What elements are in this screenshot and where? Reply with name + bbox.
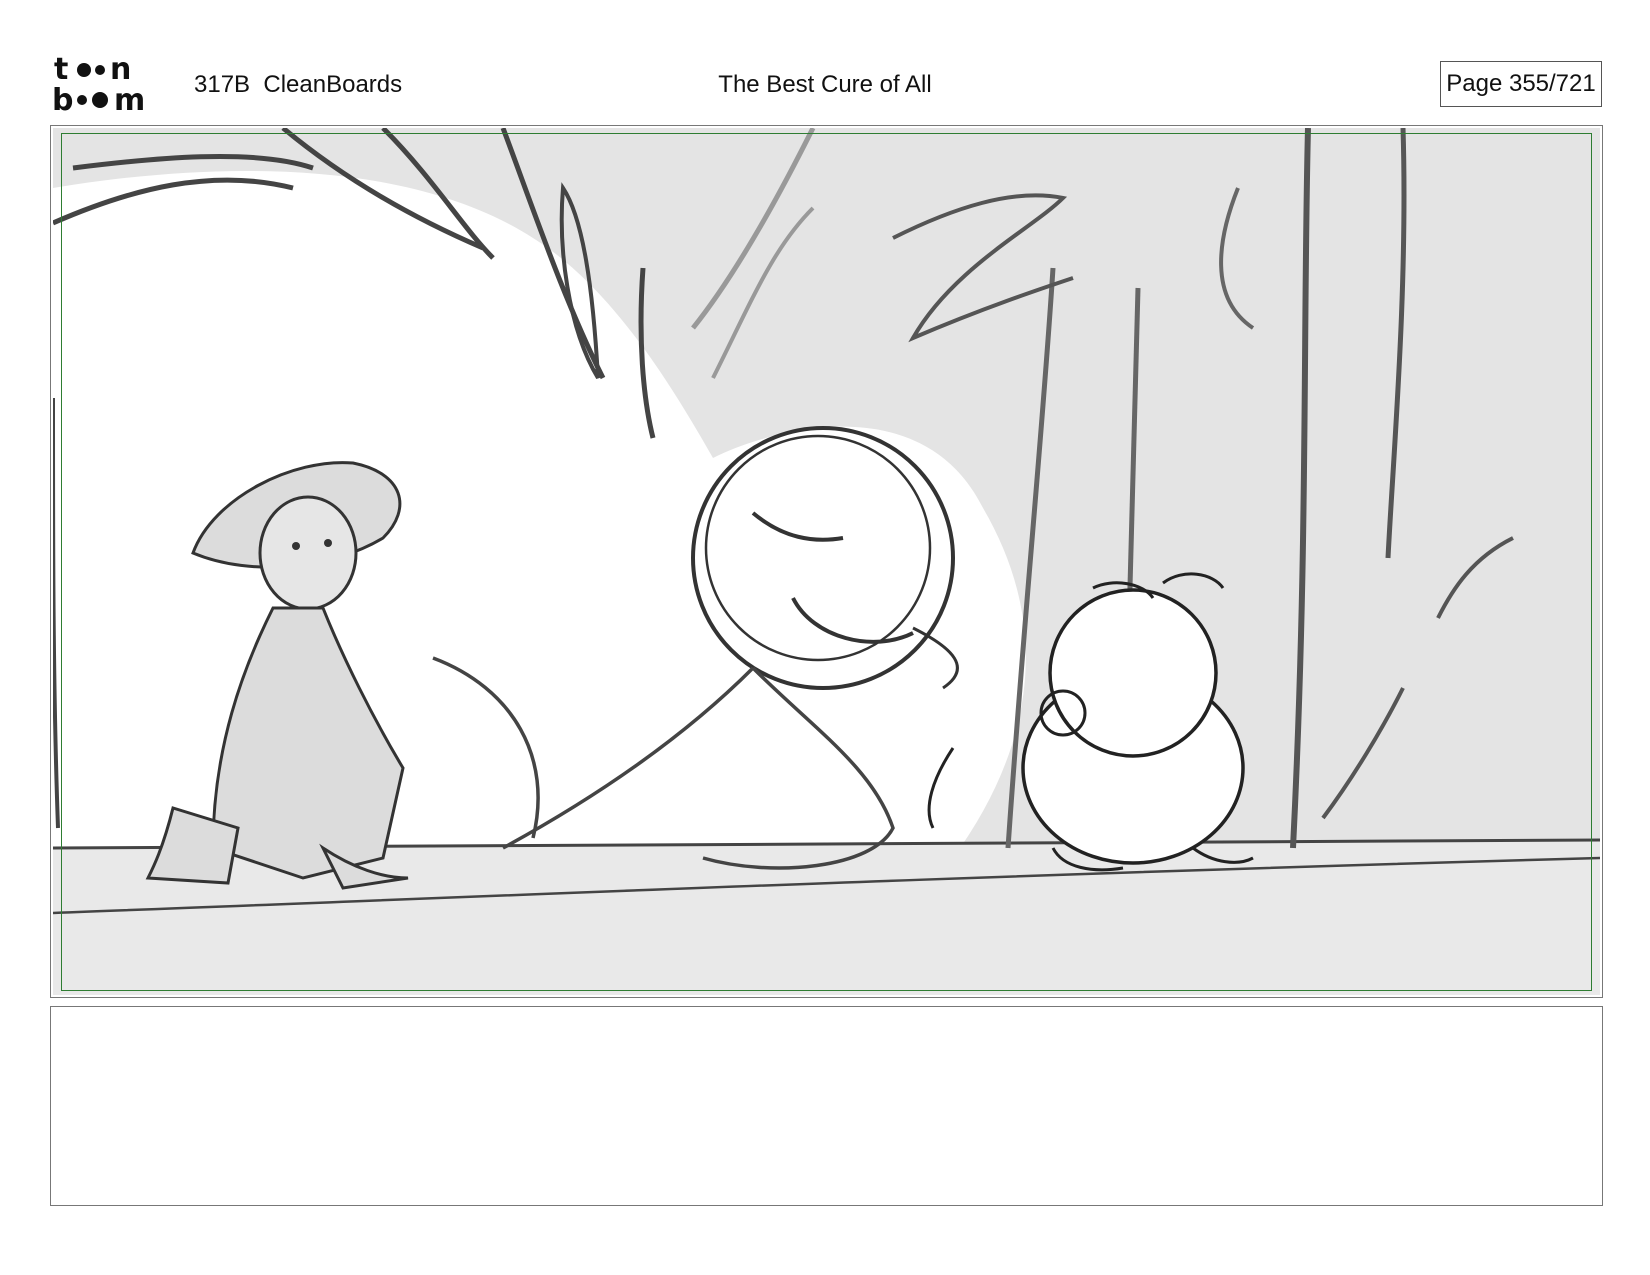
page-number: Page 355/721 (1440, 61, 1602, 107)
storyboard-panel-drawing (53, 128, 1600, 995)
document-title: The Best Cure of All (718, 71, 932, 98)
panel-notes-box (50, 1006, 1603, 1206)
